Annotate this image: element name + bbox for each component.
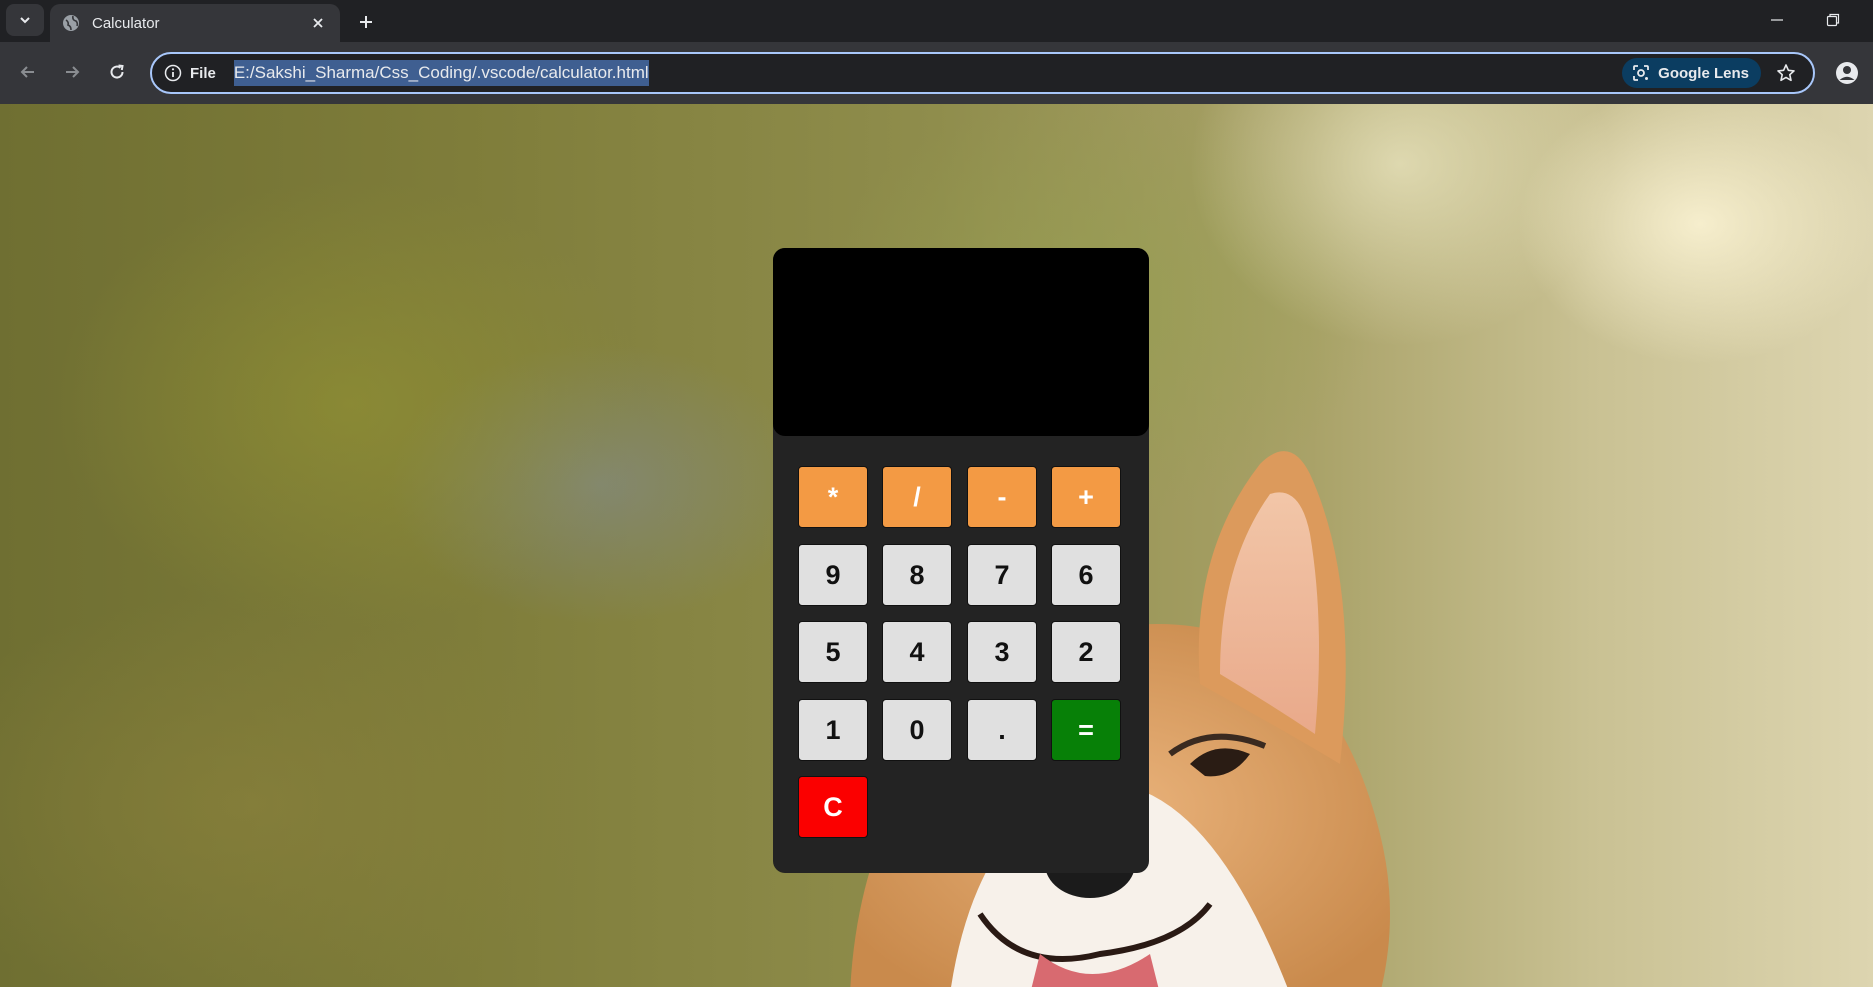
star-icon (1777, 64, 1795, 82)
arrow-right-icon (66, 66, 80, 78)
clear-button[interactable]: C (798, 776, 868, 838)
digit-5-button[interactable]: 5 (798, 621, 868, 683)
digit-2-button[interactable]: 2 (1051, 621, 1121, 683)
tab-title: Calculator (92, 14, 160, 32)
digit-3-button[interactable]: 3 (967, 621, 1037, 683)
calculator-display (773, 248, 1149, 436)
profile-icon (1836, 62, 1858, 84)
new-tab-button[interactable] (352, 8, 380, 36)
digit-6-button[interactable]: 6 (1051, 544, 1121, 606)
restore-button[interactable] (1813, 6, 1853, 34)
tab-calculator[interactable]: Calculator (50, 4, 340, 42)
back-button[interactable] (12, 56, 44, 88)
digit-4-button[interactable]: 4 (882, 621, 952, 683)
digit-0-button[interactable]: 0 (882, 699, 952, 761)
divide-button[interactable]: / (882, 466, 952, 528)
minimize-icon (1771, 19, 1783, 21)
url-text[interactable]: E:/Sakshi_Sharma/Css_Coding/.vscode/calc… (233, 60, 649, 86)
digit-7-button[interactable]: 7 (967, 544, 1037, 606)
multiply-button[interactable]: * (798, 466, 868, 528)
digit-1-button[interactable]: 1 (798, 699, 868, 761)
tab-search-button[interactable] (6, 4, 44, 36)
decimal-button[interactable]: . (967, 699, 1037, 761)
profile-button[interactable] (1832, 58, 1862, 88)
add-button[interactable]: + (1051, 466, 1121, 528)
google-lens-label: Google Lens (1658, 64, 1749, 82)
minimize-button[interactable] (1757, 6, 1797, 34)
reload-icon (110, 64, 124, 79)
site-info-label: File (190, 64, 216, 82)
plus-icon (360, 16, 372, 28)
restore-icon (1826, 13, 1840, 27)
google-lens-button[interactable]: Google Lens (1622, 58, 1761, 88)
browser-toolbar: File E:/Sakshi_Sharma/Css_Coding/.vscode… (0, 42, 1873, 104)
address-bar[interactable]: File E:/Sakshi_Sharma/Css_Coding/.vscode… (150, 52, 1815, 94)
equals-button[interactable]: = (1051, 699, 1121, 761)
reload-button[interactable] (101, 56, 133, 88)
close-icon[interactable] (306, 11, 330, 35)
globe-icon (62, 14, 80, 32)
forward-button[interactable] (56, 56, 88, 88)
chevron-down-icon (20, 17, 30, 24)
tab-strip: Calculator (0, 0, 1873, 42)
calculator: * / - + 9 8 7 6 5 4 3 2 1 0 . = C (773, 248, 1149, 873)
site-info-button[interactable]: File (164, 58, 216, 88)
bookmark-button[interactable] (1771, 58, 1801, 88)
info-icon (164, 64, 182, 82)
lens-icon (1633, 65, 1650, 81)
digit-9-button[interactable]: 9 (798, 544, 868, 606)
subtract-button[interactable]: - (967, 466, 1037, 528)
arrow-left-icon (20, 66, 34, 78)
digit-8-button[interactable]: 8 (882, 544, 952, 606)
page-viewport: * / - + 9 8 7 6 5 4 3 2 1 0 . = C (0, 104, 1873, 987)
